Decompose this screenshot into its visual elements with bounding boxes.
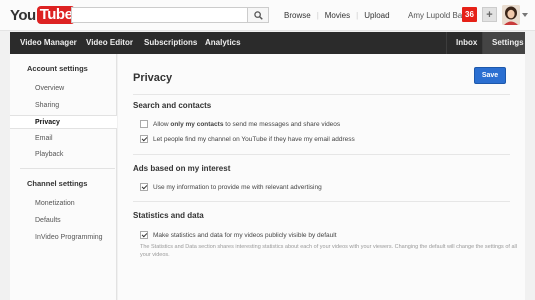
public-statistics-option[interactable]: Make statistics and data for my videos p… [140, 231, 337, 239]
ads-interest-heading: Ads based on my interest [133, 164, 231, 173]
plus-button[interactable]: + [482, 7, 497, 22]
channel-settings-heading: Channel settings [27, 179, 88, 188]
save-button[interactable]: Save [474, 67, 506, 84]
allow-contacts-only-option[interactable]: Allow only my contacts to send me messag… [140, 120, 340, 128]
movies-link[interactable]: Movies [319, 11, 356, 20]
logo-you-text: You [10, 6, 36, 24]
avatar-image [502, 5, 520, 25]
username[interactable]: Amy Lupold Bair [408, 11, 467, 20]
statistics-help-text: The Statistics and Data section shares i… [140, 244, 517, 258]
nav-video-manager[interactable]: Video Manager [20, 32, 77, 54]
nav-inbox[interactable]: Inbox [456, 32, 477, 54]
top-links: Browse | Movies | Upload [278, 11, 396, 20]
logo-tube-text: Tube [36, 6, 76, 24]
nav-video-editor[interactable]: Video Editor [86, 32, 133, 54]
sidebar-item-sharing[interactable]: Sharing [10, 99, 117, 113]
sidebar-item-playback[interactable]: Playback [10, 148, 117, 162]
sidebar-item-monetization[interactable]: Monetization [10, 197, 117, 211]
nav-settings[interactable]: Settings [483, 32, 525, 54]
sidebar-item-invideo-programming[interactable]: InVideo Programming [10, 231, 117, 245]
find-by-email-option[interactable]: Let people find my channel on YouTube if… [140, 135, 355, 143]
nav-analytics[interactable]: Analytics [205, 32, 241, 54]
option-label: Use my information to provide me with re… [153, 183, 322, 191]
creator-nav-bar: Video Manager Video Editor Subscriptions… [10, 32, 525, 54]
sidebar-divider [20, 168, 115, 169]
divider [133, 94, 510, 95]
option-label: Make statistics and data for my videos p… [153, 231, 337, 239]
option-label: Allow only my contacts to send me messag… [153, 120, 341, 128]
allow-contacts-only-checkbox[interactable] [140, 120, 148, 128]
sidebar-item-defaults[interactable]: Defaults [10, 214, 117, 228]
search-button[interactable] [247, 7, 269, 23]
divider [133, 154, 510, 155]
public-statistics-checkbox[interactable] [140, 231, 148, 239]
search-input[interactable] [71, 7, 248, 23]
search-icon [253, 10, 263, 20]
notification-count-badge[interactable]: 36 [462, 7, 477, 22]
settings-sidebar: Account settings Overview Sharing Privac… [10, 54, 117, 300]
nav-divider [446, 32, 447, 54]
statistics-and-data-heading: Statistics and data [133, 211, 204, 220]
youtube-logo[interactable]: You Tube [10, 5, 76, 25]
sidebar-item-email[interactable]: Email [10, 132, 117, 146]
divider [133, 201, 510, 202]
privacy-settings-panel: Privacy Save Search and contacts Allow o… [118, 54, 525, 300]
masthead: You Tube Browse | Movies | Upload Amy Lu… [0, 0, 535, 31]
browse-link[interactable]: Browse [278, 11, 317, 20]
search-and-contacts-heading: Search and contacts [133, 101, 212, 110]
option-label: Let people find my channel on YouTube if… [153, 135, 355, 143]
find-by-email-checkbox[interactable] [140, 135, 148, 143]
relevant-ads-checkbox[interactable] [140, 183, 148, 191]
nav-subscriptions[interactable]: Subscriptions [144, 32, 197, 54]
upload-link[interactable]: Upload [358, 11, 395, 20]
sidebar-item-privacy[interactable]: Privacy [10, 115, 117, 129]
chevron-down-icon[interactable] [522, 13, 528, 17]
page-title: Privacy [133, 72, 173, 84]
sidebar-item-overview[interactable]: Overview [10, 82, 117, 96]
account-settings-heading: Account settings [27, 64, 88, 73]
relevant-ads-option[interactable]: Use my information to provide me with re… [140, 183, 322, 191]
avatar[interactable] [502, 5, 520, 25]
